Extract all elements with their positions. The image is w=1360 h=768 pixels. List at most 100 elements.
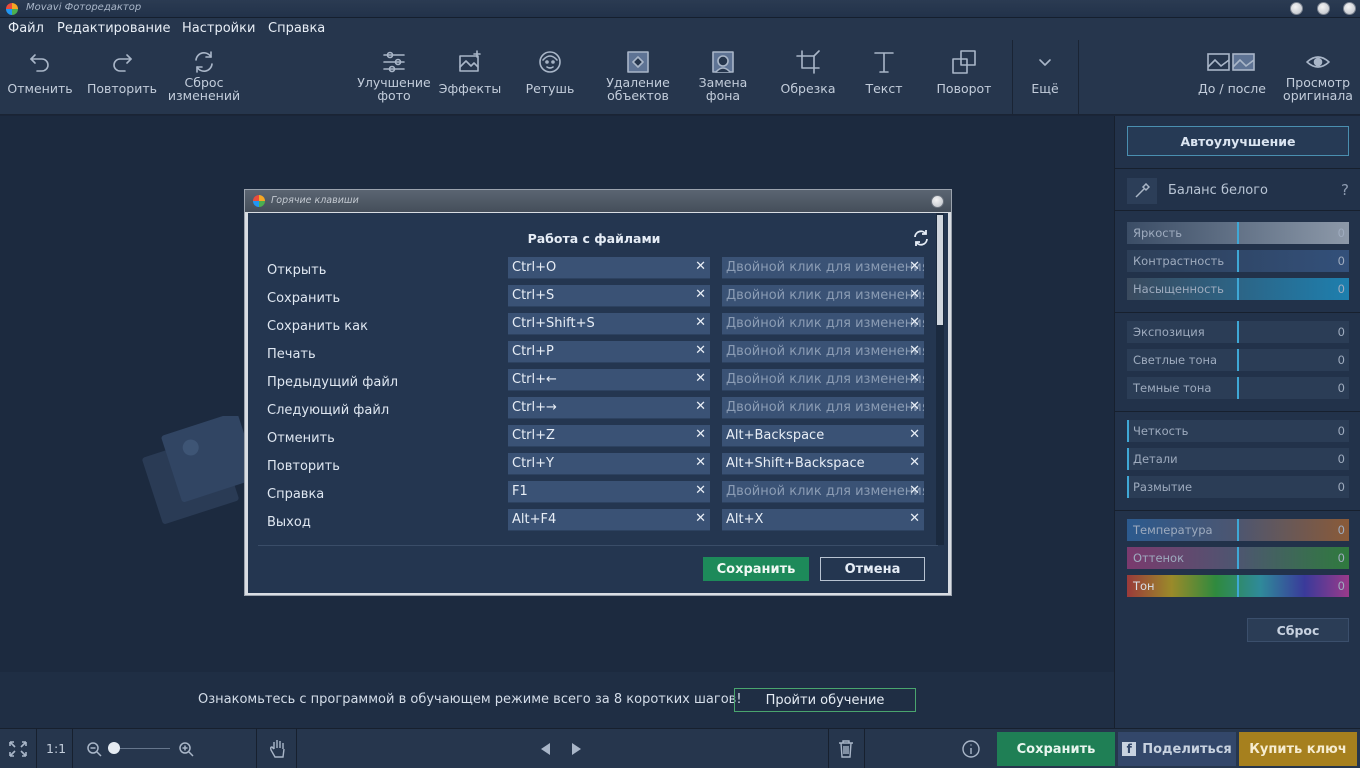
slider-value[interactable]: 0 (1338, 353, 1345, 367)
remove-objects-button[interactable]: Удаление объектов (598, 40, 678, 115)
minimize-button[interactable] (1290, 2, 1303, 15)
clear-shortcut-icon[interactable]: ✕ (909, 343, 920, 358)
menu-settings[interactable]: Настройки (182, 21, 255, 36)
clear-shortcut-icon[interactable]: ✕ (909, 511, 920, 526)
secondary-shortcut-field[interactable]: Alt+Backspace ✕ (722, 425, 924, 447)
primary-shortcut-field[interactable]: Ctrl+O ✕ (508, 257, 710, 279)
clear-shortcut-icon[interactable]: ✕ (695, 483, 706, 498)
clear-shortcut-icon[interactable]: ✕ (909, 315, 920, 330)
slider-value[interactable]: 0 (1338, 325, 1345, 339)
save-button[interactable]: Сохранить (997, 732, 1115, 766)
dialog-save-button[interactable]: Сохранить (703, 557, 809, 581)
retouch-button[interactable]: Ретушь (514, 40, 586, 115)
clear-shortcut-icon[interactable]: ✕ (695, 455, 706, 470)
slider-clarity[interactable]: Четкость 0 (1127, 420, 1349, 442)
primary-shortcut-field[interactable]: Ctrl+S ✕ (508, 285, 710, 307)
slider-shadows[interactable]: Темные тона 0 (1127, 377, 1349, 399)
slider-handle[interactable] (1237, 377, 1239, 399)
clear-shortcut-icon[interactable]: ✕ (909, 287, 920, 302)
start-tutorial-button[interactable]: Пройти обучение (734, 688, 916, 712)
scrollbar-thumb[interactable] (937, 215, 943, 325)
clear-shortcut-icon[interactable]: ✕ (695, 427, 706, 442)
slider-handle[interactable] (1237, 278, 1239, 300)
secondary-shortcut-field[interactable]: Alt+Shift+Backspace ✕ (722, 453, 924, 475)
slider-temperature[interactable]: Температура 0 (1127, 519, 1349, 541)
fit-screen-icon[interactable] (8, 740, 28, 758)
hand-tool-icon[interactable] (268, 738, 288, 760)
close-button[interactable] (1343, 2, 1356, 15)
primary-shortcut-field[interactable]: F1 ✕ (508, 481, 710, 503)
primary-shortcut-field[interactable]: Alt+F4 ✕ (508, 509, 710, 531)
slider-value[interactable]: 0 (1338, 424, 1345, 438)
zoom-out-icon[interactable] (86, 741, 102, 757)
clear-shortcut-icon[interactable]: ✕ (909, 399, 920, 414)
primary-shortcut-field[interactable]: Ctrl+Z ✕ (508, 425, 710, 447)
text-button[interactable]: Текст (848, 40, 920, 115)
preview-original-button[interactable]: Просмотр оригинала (1280, 40, 1356, 115)
slider-value[interactable]: 0 (1338, 452, 1345, 466)
enhance-photo-button[interactable]: Улучшение фото (354, 40, 434, 115)
menu-edit[interactable]: Редактирование (57, 21, 170, 36)
next-image-icon[interactable] (570, 741, 584, 757)
slider-contrast[interactable]: Контрастность 0 (1127, 250, 1349, 272)
dialog-close-button[interactable] (931, 195, 944, 208)
clear-shortcut-icon[interactable]: ✕ (909, 455, 920, 470)
clear-shortcut-icon[interactable]: ✕ (909, 259, 920, 274)
primary-shortcut-field[interactable]: Ctrl+→ ✕ (508, 397, 710, 419)
slider-handle[interactable] (1237, 575, 1239, 597)
slider-value[interactable]: 0 (1338, 254, 1345, 268)
redo-button[interactable]: Повторить (84, 40, 160, 115)
replace-background-button[interactable]: Замена фона (686, 40, 760, 115)
clear-shortcut-icon[interactable]: ✕ (695, 343, 706, 358)
before-after-button[interactable]: До / после (1190, 40, 1274, 115)
secondary-shortcut-field[interactable]: Двойной клик для изменения ✕ (722, 313, 924, 335)
slider-value[interactable]: 0 (1338, 226, 1345, 240)
help-icon[interactable]: ? (1341, 181, 1349, 199)
more-button[interactable]: Ещё (1014, 40, 1076, 115)
slider-hue[interactable]: Тон 0 (1127, 575, 1349, 597)
clear-shortcut-icon[interactable]: ✕ (909, 371, 920, 386)
secondary-shortcut-field[interactable]: Двойной клик для изменения ✕ (722, 257, 924, 279)
previous-image-icon[interactable] (538, 741, 552, 757)
slider-handle[interactable] (1237, 547, 1239, 569)
clear-shortcut-icon[interactable]: ✕ (695, 399, 706, 414)
maximize-button[interactable] (1317, 2, 1330, 15)
slider-handle[interactable] (1127, 448, 1129, 470)
share-button[interactable]: f Поделиться (1118, 732, 1236, 766)
slider-highlights[interactable]: Светлые тона 0 (1127, 349, 1349, 371)
effects-button[interactable]: Эффекты (434, 40, 506, 115)
slider-value[interactable]: 0 (1338, 282, 1345, 296)
primary-shortcut-field[interactable]: Ctrl+← ✕ (508, 369, 710, 391)
clear-shortcut-icon[interactable]: ✕ (695, 511, 706, 526)
clear-shortcut-icon[interactable]: ✕ (695, 315, 706, 330)
buy-key-button[interactable]: Купить ключ (1239, 732, 1357, 766)
secondary-shortcut-field[interactable]: Двойной клик для изменения ✕ (722, 369, 924, 391)
slider-saturation[interactable]: Насыщенность 0 (1127, 278, 1349, 300)
zoom-in-icon[interactable] (178, 741, 194, 757)
slider-handle[interactable] (1237, 250, 1239, 272)
slider-handle[interactable] (1237, 321, 1239, 343)
trash-icon[interactable] (837, 739, 855, 759)
rotate-button[interactable]: Поворот (928, 40, 1000, 115)
auto-enhance-button[interactable]: Автоулучшение (1127, 126, 1349, 156)
eyedropper-button[interactable] (1127, 178, 1157, 204)
slider-handle[interactable] (1127, 476, 1129, 498)
slider-blur[interactable]: Размытие 0 (1127, 476, 1349, 498)
refresh-icon[interactable] (912, 229, 930, 247)
slider-value[interactable]: 0 (1338, 579, 1345, 593)
clear-shortcut-icon[interactable]: ✕ (695, 371, 706, 386)
undo-button[interactable]: Отменить (4, 40, 76, 115)
reset-adjustments-button[interactable]: Сброс (1247, 618, 1349, 642)
slider-value[interactable]: 0 (1338, 523, 1345, 537)
clear-shortcut-icon[interactable]: ✕ (909, 483, 920, 498)
secondary-shortcut-field[interactable]: Двойной клик для изменения ✕ (722, 285, 924, 307)
slider-value[interactable]: 0 (1338, 381, 1345, 395)
menu-help[interactable]: Справка (268, 21, 325, 36)
reset-changes-button[interactable]: Сброс изменений (164, 40, 244, 115)
slider-details[interactable]: Детали 0 (1127, 448, 1349, 470)
info-icon[interactable] (961, 739, 981, 759)
slider-tint[interactable]: Оттенок 0 (1127, 547, 1349, 569)
clear-shortcut-icon[interactable]: ✕ (909, 427, 920, 442)
actual-size-button[interactable]: 1:1 (46, 741, 66, 756)
zoom-slider-handle[interactable] (108, 742, 120, 754)
